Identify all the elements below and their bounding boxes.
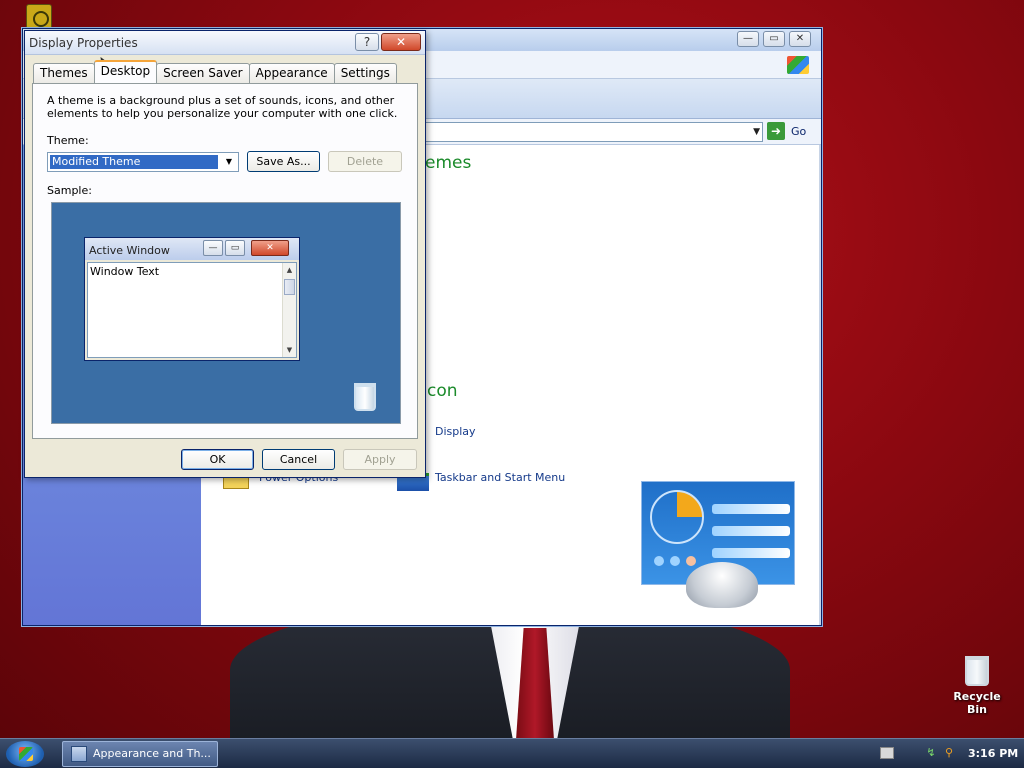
scroll-thumb xyxy=(284,279,295,295)
apply-button[interactable]: Apply xyxy=(343,449,417,470)
sample-window-body: Window Text ▲ ▼ xyxy=(87,262,297,358)
taskbar-window-label: Appearance and Th... xyxy=(93,747,211,760)
scroll-up-icon: ▲ xyxy=(286,266,293,274)
dialog-titlebar[interactable]: Display Properties ? ✕ xyxy=(25,31,425,55)
search-icon[interactable]: ⚲ xyxy=(942,747,956,759)
theme-select[interactable]: Modified Theme ▼ xyxy=(47,152,239,172)
theme-select-value: Modified Theme xyxy=(50,155,218,169)
tab-panel: A theme is a background plus a set of so… xyxy=(32,83,418,439)
scroll-down-icon: ▼ xyxy=(286,346,293,354)
maximize-button[interactable]: ▭ xyxy=(763,31,785,47)
minimize-icon: — xyxy=(203,240,223,256)
control-panel-icon xyxy=(71,746,87,762)
bar-graphic xyxy=(712,548,790,558)
keyboard-icon[interactable] xyxy=(880,747,894,759)
clock[interactable]: 3:16 PM xyxy=(968,747,1018,760)
sample-window-titlebar: Active Window — ▭ ✕ xyxy=(85,238,299,260)
address-input[interactable]: ▼ xyxy=(421,122,763,142)
recycle-bin-desktop-icon[interactable]: Recycle Bin xyxy=(942,656,1012,716)
taskbar-window-button[interactable]: Appearance and Th... xyxy=(62,741,218,767)
close-button[interactable]: ✕ xyxy=(789,31,811,47)
windows-flag-icon xyxy=(19,747,33,761)
desktop-shortcut-icon[interactable] xyxy=(26,4,52,30)
close-icon: ✕ xyxy=(251,240,289,256)
recycle-bin-label: Recycle Bin xyxy=(953,690,1001,716)
dot-graphic xyxy=(654,556,664,566)
tab-themes[interactable]: Themes xyxy=(33,63,95,83)
sample-window-text: Window Text xyxy=(90,265,160,278)
sample-scrollbar: ▲ ▼ xyxy=(282,263,296,357)
maximize-icon: ▭ xyxy=(225,240,245,256)
taskbar: Appearance and Th... ↯ ⚲ 3:16 PM xyxy=(0,738,1024,768)
network-icon[interactable]: ↯ xyxy=(924,747,938,759)
dialog-title: Display Properties xyxy=(29,36,138,50)
dot-graphic xyxy=(670,556,680,566)
bar-graphic xyxy=(712,526,790,536)
pie-graphic xyxy=(650,490,704,544)
category-heading-icon: con xyxy=(427,381,458,401)
theme-sample-preview: Active Window — ▭ ✕ Window Text ▲ ▼ xyxy=(51,202,401,424)
windows-flag-icon xyxy=(787,56,809,74)
tab-strip: Themes Desktop Screen Saver Appearance S… xyxy=(33,60,397,83)
go-arrow-icon[interactable]: ➜ xyxy=(767,122,785,140)
save-as-button[interactable]: Save As... xyxy=(247,151,320,172)
go-button[interactable]: Go xyxy=(791,125,806,138)
chevron-down-icon[interactable]: ▼ xyxy=(222,155,236,169)
recycle-bin-icon xyxy=(965,656,989,686)
theme-label: Theme: xyxy=(47,134,89,147)
bar-graphic xyxy=(712,504,790,514)
theme-description: A theme is a background plus a set of so… xyxy=(47,94,398,120)
delete-button[interactable]: Delete xyxy=(328,151,402,172)
tab-desktop[interactable]: Desktop xyxy=(93,60,158,83)
mouse-graphic xyxy=(686,562,758,608)
recycle-bin-icon xyxy=(354,383,376,411)
category-heading-themes: emes xyxy=(425,153,472,173)
help-button[interactable]: ? xyxy=(355,33,379,51)
ok-button[interactable]: OK xyxy=(181,449,254,470)
tab-screen-saver[interactable]: Screen Saver xyxy=(156,63,250,83)
appearance-illustration xyxy=(641,481,795,608)
sample-active-window: Active Window — ▭ ✕ Window Text ▲ ▼ xyxy=(84,237,300,361)
cancel-button[interactable]: Cancel xyxy=(262,449,335,470)
scrollbar[interactable] xyxy=(819,145,821,625)
tab-appearance[interactable]: Appearance xyxy=(248,63,335,83)
link-display[interactable]: Display xyxy=(435,425,476,438)
minimize-button[interactable]: — xyxy=(737,31,759,47)
chevron-down-icon[interactable]: ▼ xyxy=(753,127,760,137)
tab-settings[interactable]: Settings xyxy=(333,63,397,83)
dot-graphic xyxy=(686,556,696,566)
sample-window-title: Active Window xyxy=(89,244,170,257)
sample-label: Sample: xyxy=(47,184,92,197)
close-button[interactable]: ✕ xyxy=(381,33,421,51)
start-button[interactable] xyxy=(6,741,44,767)
link-taskbar-start-menu[interactable]: Taskbar and Start Menu xyxy=(435,471,565,484)
display-properties-dialog: Display Properties ? ✕ Themes Desktop Sc… xyxy=(24,30,426,478)
